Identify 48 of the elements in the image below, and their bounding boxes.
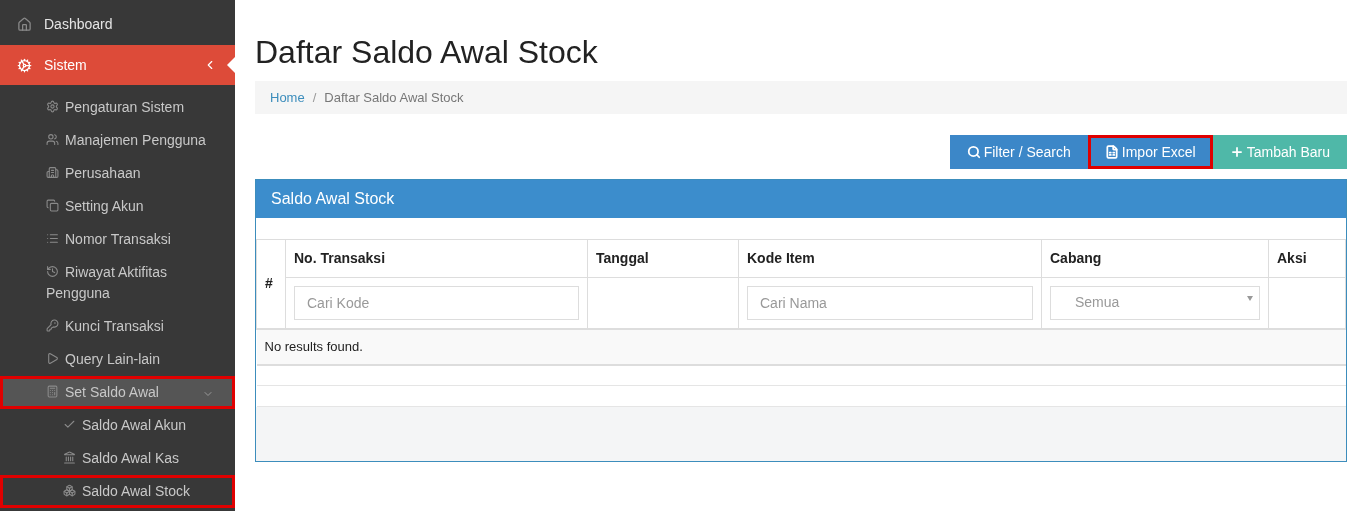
spreadsheet-icon <box>1104 145 1119 159</box>
filter-field[interactable]: Cari Nama <box>747 285 1033 320</box>
toolbar-button[interactable]: Impor Excel <box>1087 135 1213 169</box>
column-header: Kode Item <box>738 239 1042 278</box>
page-title: Daftar Saldo Awal Stock <box>255 33 599 71</box>
sidebar-item[interactable]: Riwayat Aktifitas Pengguna <box>0 256 235 310</box>
empty-message: No results found. <box>256 328 1346 365</box>
column-header: Tanggal <box>587 239 739 278</box>
dropdown-arrow-icon <box>1247 295 1253 301</box>
toolbar-button[interactable]: Filter / Search <box>949 135 1088 169</box>
active-pointer <box>227 57 235 73</box>
item-icon <box>46 319 59 332</box>
sidebar-item[interactable]: Dashboard <box>0 0 235 45</box>
sidebar-item[interactable]: Set Saldo Awal <box>0 376 235 409</box>
item-icon <box>63 451 76 464</box>
sidebar-item[interactable]: Query Lain-lain <box>0 343 235 376</box>
item-icon <box>46 133 59 146</box>
item-icon <box>63 484 76 497</box>
item-icon <box>46 100 59 113</box>
search-icon <box>966 145 981 159</box>
item-icon <box>46 199 59 212</box>
sidebar-item[interactable]: Pengaturan Sistem <box>0 91 235 124</box>
breadcrumb-separator: / <box>311 88 318 107</box>
item-icon <box>17 57 32 73</box>
sidebar-item[interactable]: Nomor Transaksi <box>0 223 235 256</box>
column-header: # <box>256 239 286 329</box>
column-header: Aksi <box>1268 239 1346 278</box>
sidebar-item[interactable]: Saldo Awal Kas <box>0 442 235 475</box>
plus-icon <box>1229 145 1244 159</box>
column-header: Cabang <box>1041 239 1269 278</box>
item-icon <box>46 385 59 398</box>
sidebar-item[interactable]: Manajemen Pengguna <box>0 124 235 157</box>
item-icon <box>17 16 32 32</box>
sidebar-item[interactable]: Saldo Awal Akun <box>0 409 235 442</box>
filter-field[interactable]: Cari Kode <box>294 285 579 320</box>
item-icon <box>63 418 76 431</box>
breadcrumb-current: Daftar Saldo Awal Stock <box>324 88 464 107</box>
sidebar-item[interactable]: Sistem <box>0 45 235 85</box>
sidebar-item[interactable]: Kunci Transaksi <box>0 310 235 343</box>
panel-title: Saldo Awal Stock <box>271 189 395 209</box>
item-icon <box>46 265 59 278</box>
sidebar-item[interactable]: Saldo Awal Stock <box>0 475 235 508</box>
item-icon <box>46 166 59 179</box>
column-header: No. Transaksi <box>285 239 588 278</box>
sidebar-item[interactable]: Perusahaan <box>0 157 235 190</box>
item-icon <box>46 352 59 365</box>
item-icon <box>46 232 59 245</box>
sidebar-item[interactable]: Setting Akun <box>0 190 235 223</box>
